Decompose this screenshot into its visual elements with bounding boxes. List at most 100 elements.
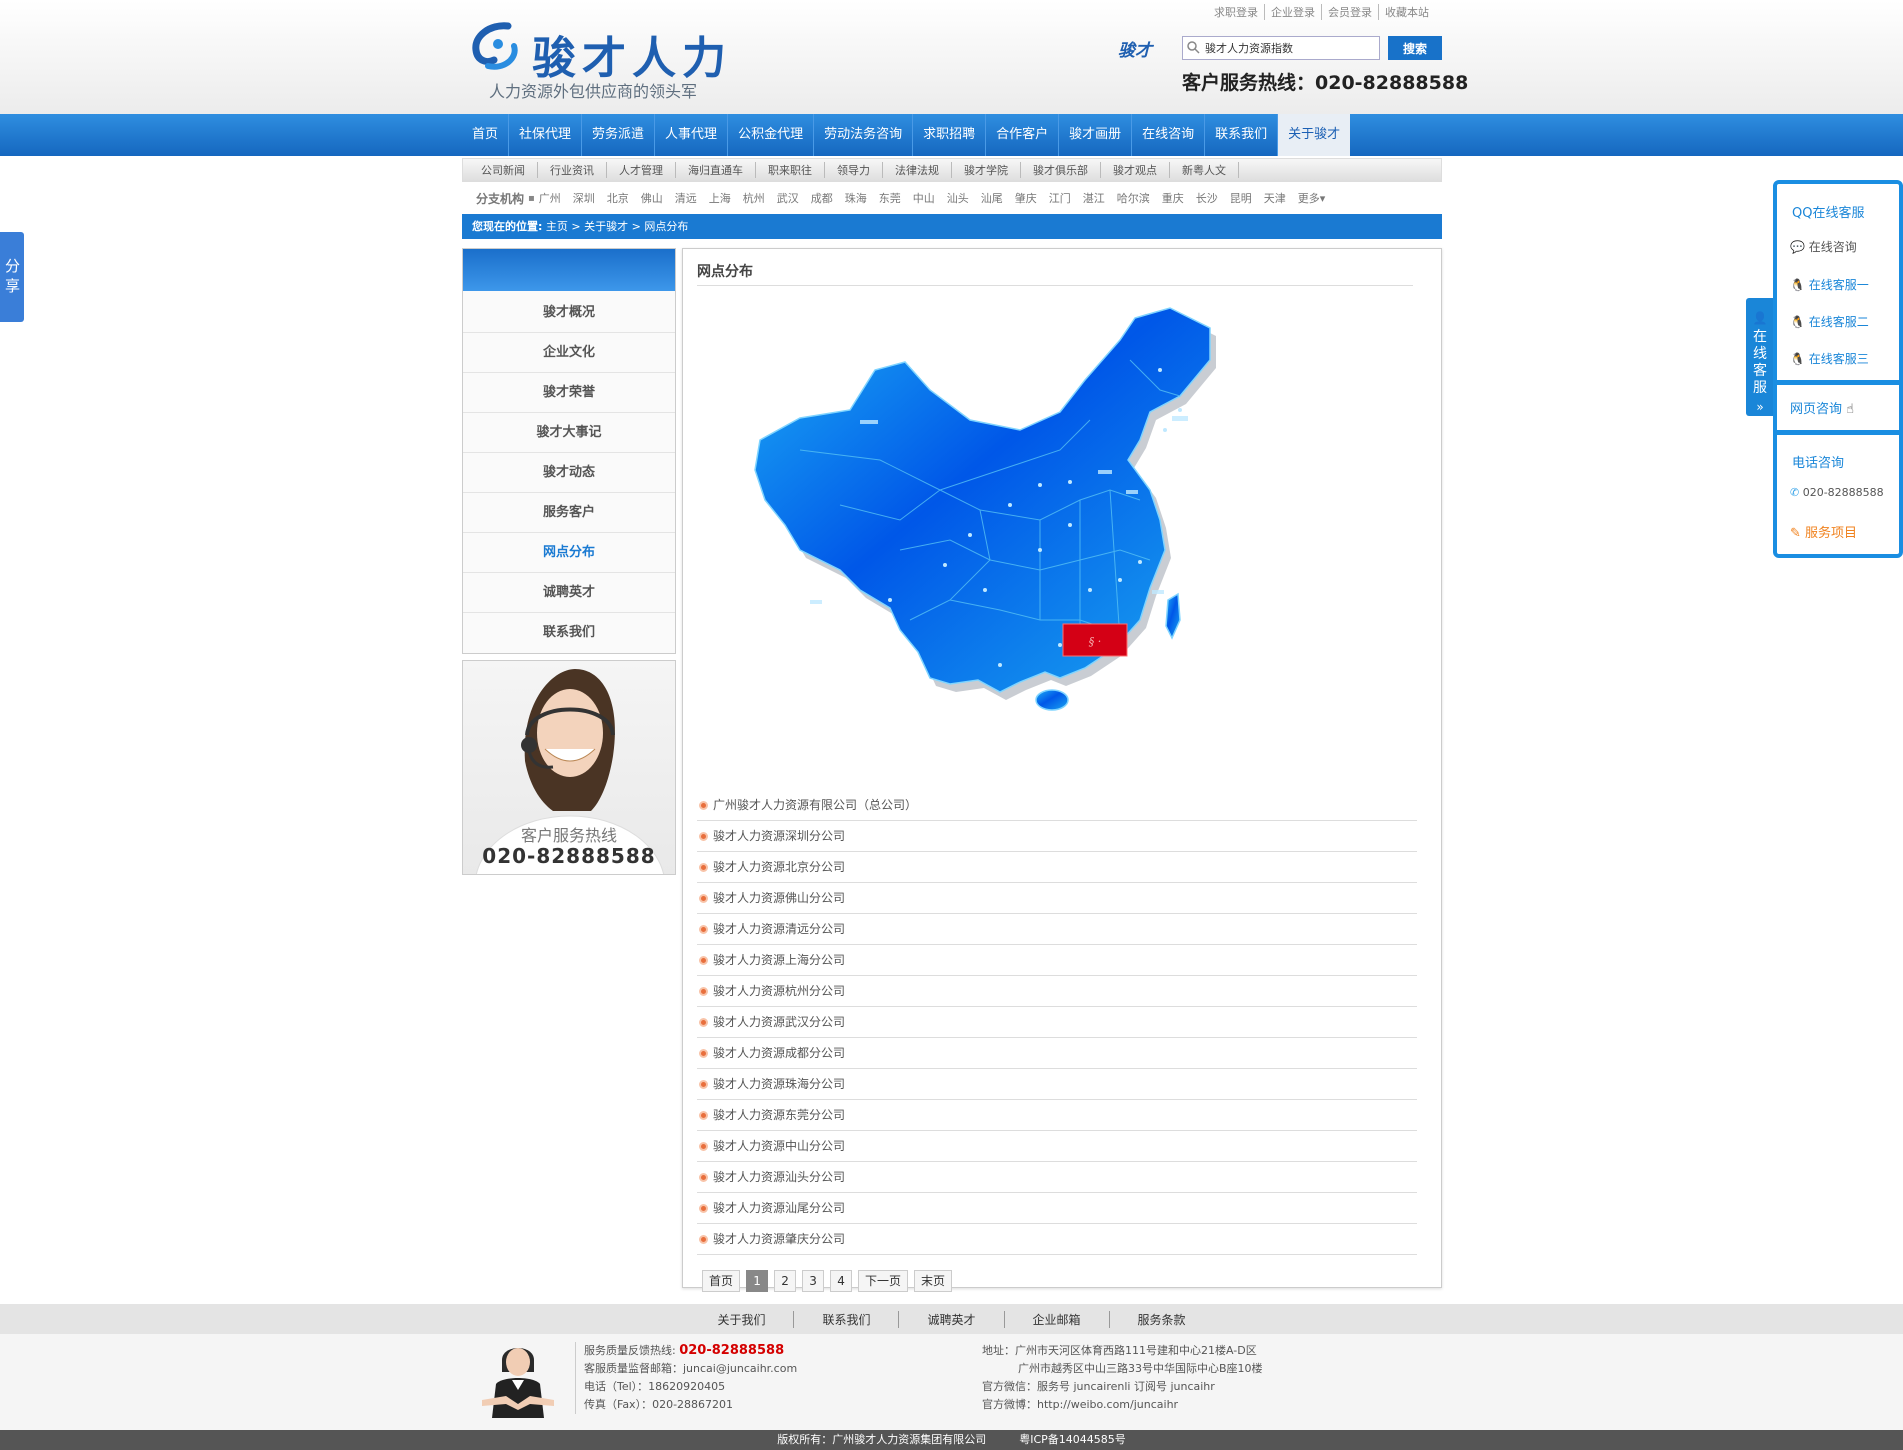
online-consult-link[interactable]: 💬 在线咨询 [1790, 238, 1857, 255]
branch-city-link[interactable]: 中山 [913, 192, 935, 205]
branch-city-link[interactable]: 汕头 [947, 192, 969, 205]
nav-labor-dispatch[interactable]: 劳务派遣 [582, 114, 656, 156]
branch-city-link[interactable]: 清远 [675, 192, 697, 205]
footer-link-terms[interactable]: 服务条款 [1110, 1311, 1214, 1328]
member-login-link[interactable]: 会员登录 [1321, 4, 1378, 20]
subnav-industry-news[interactable]: 行业资讯 [538, 162, 607, 178]
subnav-culture[interactable]: 新粤人文 [1170, 162, 1239, 178]
subnav-academy[interactable]: 骏才学院 [952, 162, 1021, 178]
subnav-company-news[interactable]: 公司新闻 [469, 162, 538, 178]
branch-city-link[interactable]: 肇庆 [1015, 192, 1037, 205]
sidebar-item-culture[interactable]: 企业文化 [463, 333, 675, 373]
pager-page-3[interactable]: 3 [802, 1270, 825, 1292]
qq-agent-3[interactable]: 🐧 在线客服三 [1790, 350, 1869, 367]
branch-city-link[interactable]: 湛江 [1083, 192, 1105, 205]
branch-city-link[interactable]: 东莞 [879, 192, 901, 205]
nav-recruitment[interactable]: 求职招聘 [913, 114, 987, 156]
office-list-item[interactable]: 骏才人力资源清远分公司 [697, 914, 1417, 945]
footer-link-email[interactable]: 企业邮箱 [1005, 1310, 1110, 1328]
footer-link-careers[interactable]: 诚聘英才 [899, 1310, 1005, 1328]
nav-contact[interactable]: 联系我们 [1205, 114, 1279, 156]
branch-city-link[interactable]: 珠海 [845, 192, 867, 205]
branch-city-link[interactable]: 哈尔滨 [1117, 192, 1150, 205]
nav-album[interactable]: 骏才画册 [1059, 114, 1133, 156]
branch-city-link[interactable]: 汕尾 [981, 192, 1003, 205]
branch-city-link[interactable]: 武汉 [777, 192, 799, 205]
sidebar-item-news[interactable]: 骏才动态 [463, 453, 675, 493]
office-list-item[interactable]: 骏才人力资源珠海分公司 [697, 1069, 1417, 1100]
nav-home[interactable]: 首页 [462, 114, 510, 156]
subnav-career[interactable]: 职来职往 [756, 162, 825, 178]
office-list-item[interactable]: 骏才人力资源中山分公司 [697, 1131, 1417, 1162]
pager-page-4[interactable]: 4 [830, 1270, 853, 1292]
sidebar-item-branches[interactable]: 网点分布 [463, 533, 675, 573]
branch-city-link[interactable]: 北京 [607, 192, 629, 205]
office-list-item[interactable]: 骏才人力资源佛山分公司 [697, 883, 1417, 914]
qq-agent-1[interactable]: 🐧 在线客服一 [1790, 276, 1869, 293]
branch-city-link[interactable]: 长沙 [1196, 192, 1218, 205]
sidebar-item-clients[interactable]: 服务客户 [463, 493, 675, 533]
china-map[interactable]: § · [740, 300, 1320, 780]
services-link[interactable]: ✎ 服务项目 [1790, 522, 1857, 541]
branch-city-link[interactable]: 昆明 [1230, 192, 1252, 205]
supervision-email[interactable]: 客服质量监督邮箱：juncai@juncaihr.com [584, 1360, 797, 1378]
web-consult-link[interactable]: 网页咨询 ☝ [1790, 398, 1854, 417]
brand-name[interactable]: 骏才人力 [532, 22, 732, 86]
subnav-club[interactable]: 骏才俱乐部 [1021, 162, 1101, 178]
sidebar-item-contact[interactable]: 联系我们 [463, 613, 675, 653]
pager-first[interactable]: 首页 [702, 1270, 741, 1292]
office-list-item[interactable]: 骏才人力资源杭州分公司 [697, 976, 1417, 1007]
company-login-link[interactable]: 企业登录 [1264, 4, 1321, 20]
search-input[interactable] [1182, 36, 1380, 60]
nav-social-insurance[interactable]: 社保代理 [509, 114, 583, 156]
office-list-item[interactable]: 广州骏才人力资源有限公司（总公司） [697, 790, 1417, 821]
qq-agent-2[interactable]: 🐧 在线客服二 [1790, 313, 1869, 330]
sidebar-item-milestones[interactable]: 骏才大事记 [463, 413, 675, 453]
pager-next[interactable]: 下一页 [858, 1270, 909, 1292]
branch-more-link[interactable]: 更多▾ [1298, 190, 1326, 206]
footer-link-contact[interactable]: 联系我们 [794, 1310, 900, 1328]
subnav-talent-mgmt[interactable]: 人才管理 [607, 162, 676, 178]
office-list-item[interactable]: 骏才人力资源上海分公司 [697, 945, 1417, 976]
nav-online-consult[interactable]: 在线咨询 [1132, 114, 1206, 156]
subnav-law[interactable]: 法律法规 [883, 162, 952, 178]
branch-city-link[interactable]: 广州 [539, 192, 561, 205]
office-list-item[interactable]: 骏才人力资源东莞分公司 [697, 1100, 1417, 1131]
pager-page-2[interactable]: 2 [774, 1270, 797, 1292]
footer-link-about[interactable]: 关于我们 [689, 1310, 795, 1328]
office-list-item[interactable]: 骏才人力资源汕尾分公司 [697, 1193, 1417, 1224]
official-weibo[interactable]: 官方微博：http://weibo.com/juncaihr [982, 1396, 1263, 1414]
nav-clients[interactable]: 合作客户 [986, 114, 1060, 156]
breadcrumb-about[interactable]: 关于骏才 [584, 220, 628, 233]
sidebar-item-overview[interactable]: 骏才概况 [463, 293, 675, 333]
branch-city-link[interactable]: 成都 [811, 192, 833, 205]
nav-labor-law[interactable]: 劳动法务咨询 [814, 114, 914, 156]
subnav-leadership[interactable]: 领导力 [825, 162, 883, 178]
branch-city-link[interactable]: 佛山 [641, 192, 663, 205]
branch-city-link[interactable]: 深圳 [573, 192, 595, 205]
office-list-item[interactable]: 骏才人力资源汕头分公司 [697, 1162, 1417, 1193]
share-tab[interactable]: 分享 [0, 232, 24, 322]
breadcrumb-home[interactable]: 主页 [546, 220, 568, 233]
job-seeker-login-link[interactable]: 求职登录 [1208, 4, 1264, 20]
branch-city-link[interactable]: 天津 [1264, 192, 1286, 205]
branch-city-link[interactable]: 上海 [709, 192, 731, 205]
office-list-item[interactable]: 骏才人力资源肇庆分公司 [697, 1224, 1417, 1255]
nav-personnel-agency[interactable]: 人事代理 [655, 114, 729, 156]
sidebar-item-careers[interactable]: 诚聘英才 [463, 573, 675, 613]
nav-about[interactable]: 关于骏才 [1278, 114, 1351, 156]
branch-city-link[interactable]: 重庆 [1162, 192, 1184, 205]
sidebar-item-honors[interactable]: 骏才荣誉 [463, 373, 675, 413]
office-list-item[interactable]: 骏才人力资源深圳分公司 [697, 821, 1417, 852]
pager-last[interactable]: 末页 [914, 1270, 953, 1292]
bookmark-link[interactable]: 收藏本站 [1378, 4, 1435, 20]
office-list-item[interactable]: 骏才人力资源武汉分公司 [697, 1007, 1417, 1038]
nav-housing-fund[interactable]: 公积金代理 [728, 114, 815, 156]
subnav-viewpoint[interactable]: 骏才观点 [1101, 162, 1170, 178]
branch-city-link[interactable]: 杭州 [743, 192, 765, 205]
search-button[interactable]: 搜索 [1388, 36, 1442, 60]
branch-city-link[interactable]: 江门 [1049, 192, 1071, 205]
subnav-returnees[interactable]: 海归直通车 [676, 162, 756, 178]
pager-page-1[interactable]: 1 [746, 1270, 769, 1292]
office-list-item[interactable]: 骏才人力资源北京分公司 [697, 852, 1417, 883]
